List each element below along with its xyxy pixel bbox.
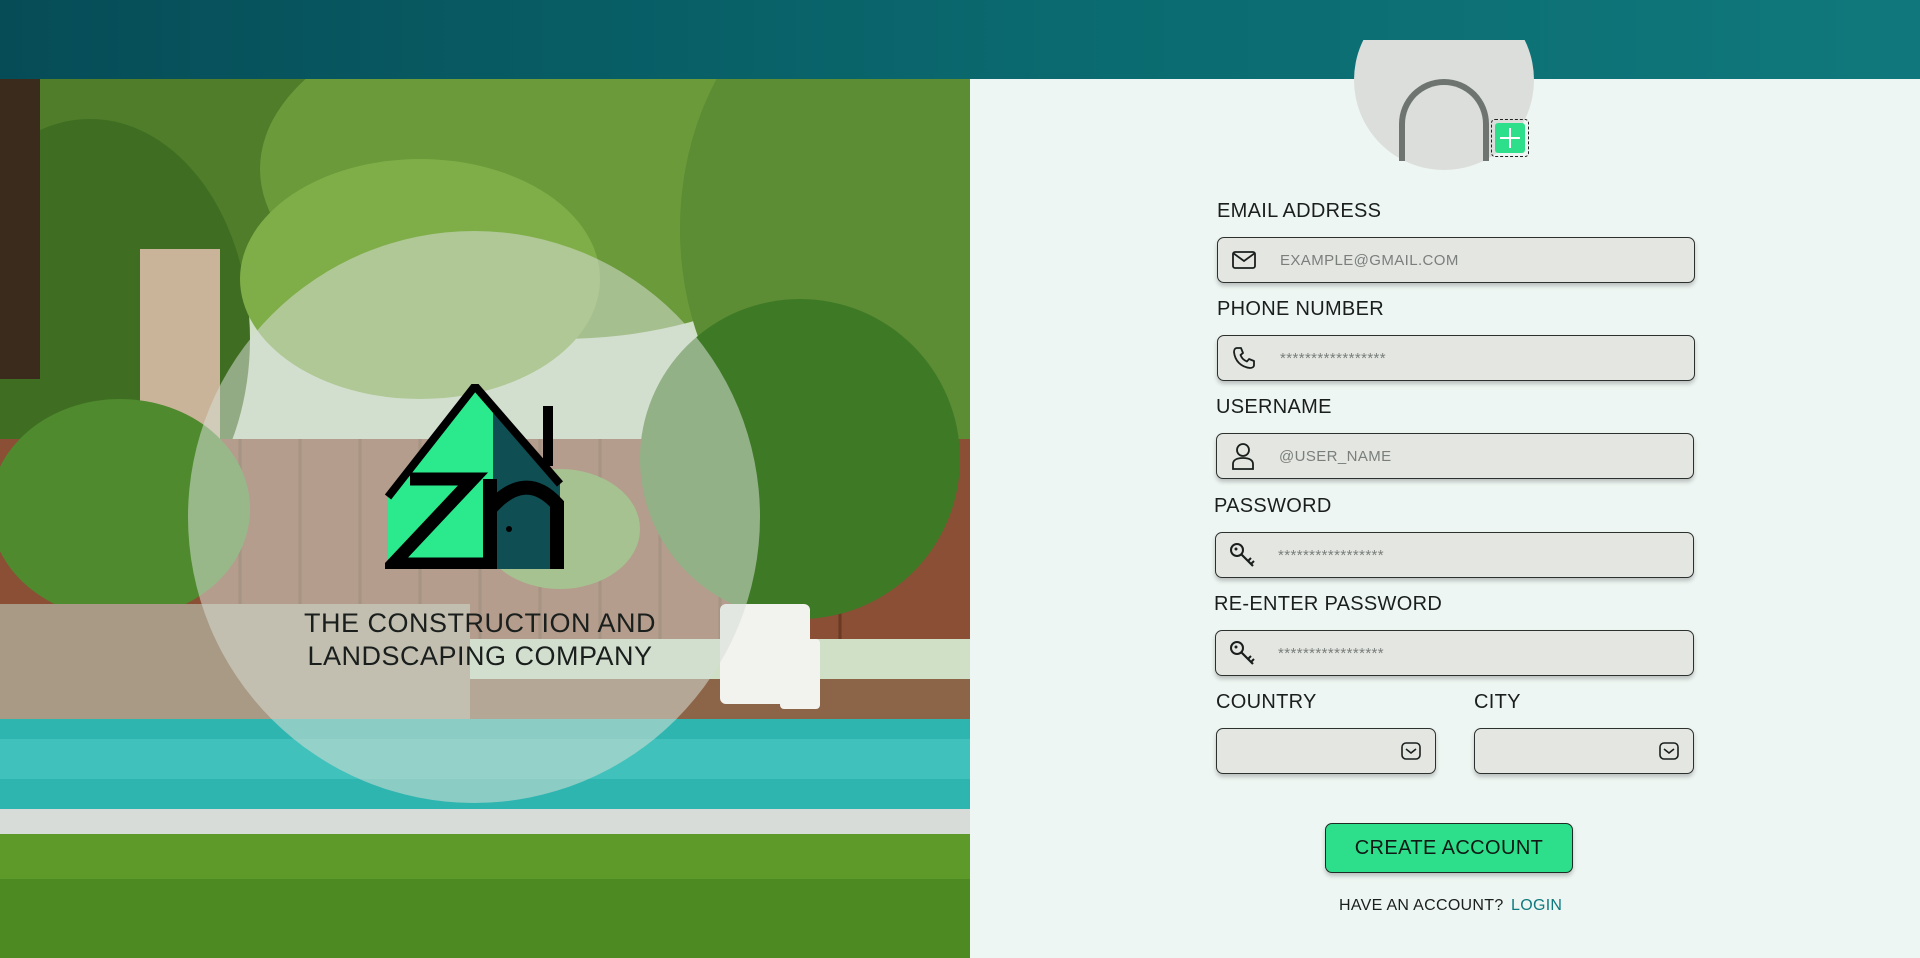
repassword-field[interactable]	[1215, 630, 1694, 676]
password-label: PASSWORD	[1214, 495, 1332, 517]
hero-image: THE CONSTRUCTION AND LANDSCAPING COMPANY	[0, 79, 970, 958]
password-field[interactable]	[1215, 532, 1694, 578]
username-field[interactable]	[1216, 433, 1694, 479]
company-logo	[385, 384, 564, 569]
company-name: THE CONSTRUCTION AND LANDSCAPING COMPANY	[270, 607, 690, 673]
company-name-line1: THE CONSTRUCTION AND	[303, 608, 656, 638]
phone-field[interactable]	[1217, 335, 1695, 381]
password-input[interactable]	[1268, 533, 1693, 577]
mail-icon	[1218, 238, 1270, 282]
company-name-line2: LANDSCAPING COMPANY	[307, 641, 653, 671]
repassword-input[interactable]	[1268, 631, 1693, 675]
phone-icon	[1218, 336, 1270, 380]
city-label: CITY	[1474, 691, 1521, 713]
create-account-button[interactable]: CREATE ACCOUNT	[1325, 823, 1573, 873]
country-select[interactable]	[1216, 728, 1436, 774]
login-link[interactable]: LOGIN	[1511, 897, 1562, 915]
username-input[interactable]	[1269, 434, 1693, 478]
dropdown-icon	[1659, 741, 1679, 766]
country-label: COUNTRY	[1216, 691, 1317, 713]
key-icon	[1216, 533, 1268, 577]
email-label: EMAIL ADDRESS	[1217, 200, 1382, 222]
phone-input[interactable]	[1270, 336, 1694, 380]
repassword-label: RE-ENTER PASSWORD	[1214, 593, 1443, 615]
city-select[interactable]	[1474, 728, 1694, 774]
username-label: USERNAME	[1216, 396, 1332, 418]
plus-icon	[1495, 123, 1525, 153]
email-field[interactable]	[1217, 237, 1695, 283]
have-account-text: HAVE AN ACCOUNT?	[1339, 897, 1504, 914]
add-photo-button[interactable]	[1491, 119, 1529, 157]
top-bar	[0, 0, 1920, 79]
phone-label: PHONE NUMBER	[1217, 298, 1384, 320]
email-input[interactable]	[1270, 238, 1694, 282]
dropdown-icon	[1401, 741, 1421, 766]
user-silhouette-icon	[1399, 79, 1489, 161]
key-icon	[1216, 631, 1268, 675]
user-icon	[1217, 434, 1269, 478]
